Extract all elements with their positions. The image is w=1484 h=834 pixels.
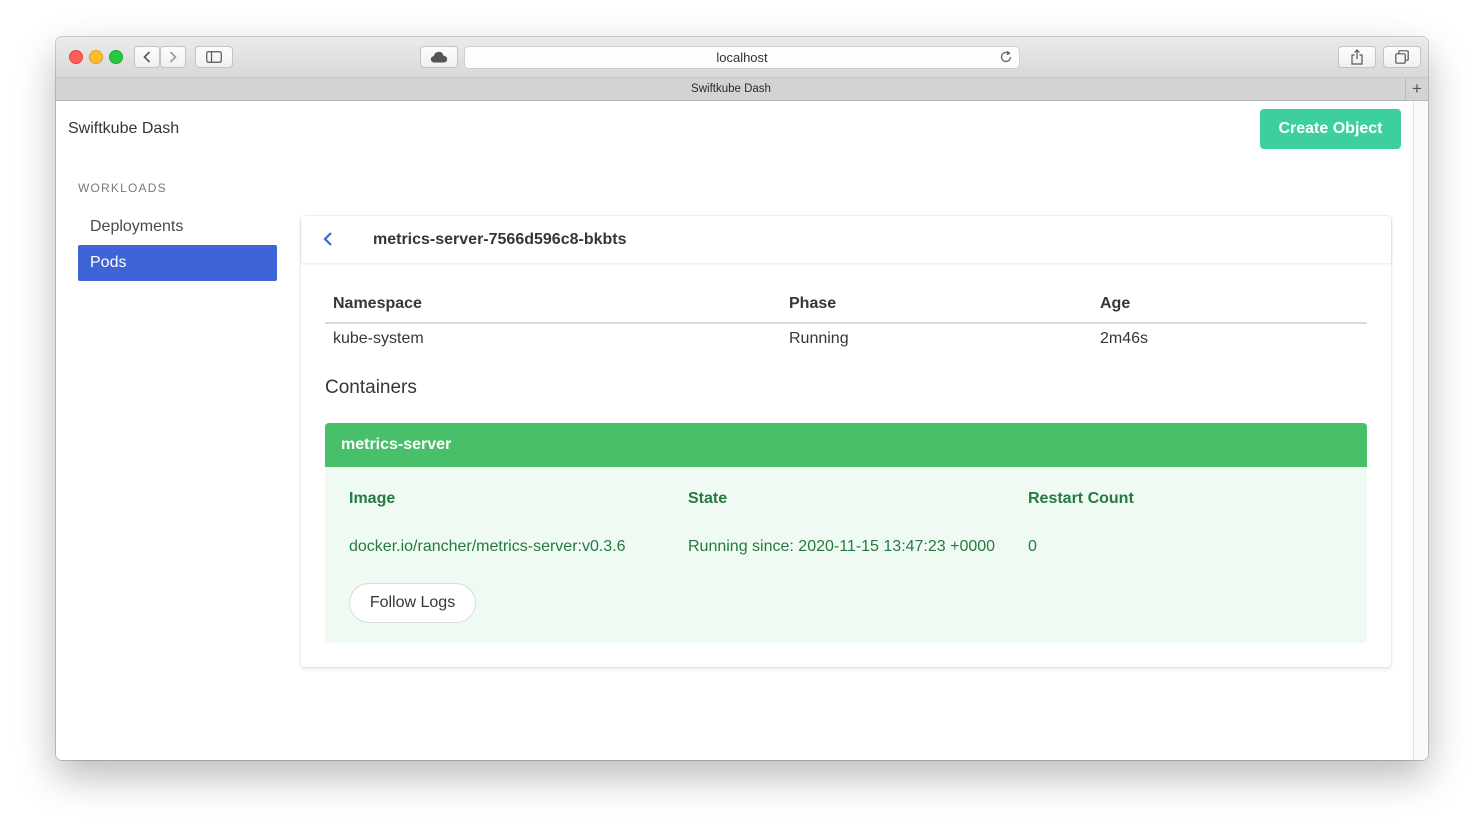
cloud-icon — [430, 51, 448, 63]
pod-meta-table: Namespace Phase Age kube-system Running … — [325, 291, 1367, 355]
phase-value: Running — [789, 330, 849, 347]
sidebar-item-pods[interactable]: Pods — [78, 245, 277, 281]
forward-button[interactable] — [160, 46, 186, 68]
containers-heading: Containers — [325, 377, 417, 398]
image-label: Image — [349, 490, 396, 507]
page-content: Swiftkube Dash Create Object WORKLOADS D… — [56, 101, 1428, 760]
table-header-row: Namespace Phase Age — [325, 291, 1367, 324]
reload-icon[interactable] — [999, 50, 1013, 64]
restart-count-value: 0 — [1028, 538, 1037, 555]
browser-toolbar: localhost — [56, 37, 1428, 78]
sidebar-icon — [206, 51, 222, 63]
back-button[interactable] — [134, 46, 160, 68]
restart-count-label: Restart Count — [1028, 490, 1134, 507]
image-value: docker.io/rancher/metrics-server:v0.3.6 — [349, 538, 626, 555]
icloud-tabs-button[interactable] — [420, 46, 458, 68]
state-label: State — [688, 490, 728, 507]
container-panel: metrics-server Image State Restart Count… — [325, 423, 1367, 643]
sidebar-item-deployments[interactable]: Deployments — [78, 209, 277, 245]
brand-title[interactable]: Swiftkube Dash — [68, 120, 179, 138]
browser-window: localhost Swiftkube Dash + Swiftkube Das… — [56, 37, 1428, 760]
url-text: localhost — [716, 50, 768, 65]
follow-logs-button[interactable]: Follow Logs — [349, 583, 476, 623]
create-object-button[interactable]: Create Object — [1260, 109, 1401, 149]
sidebar-toggle-button[interactable] — [195, 46, 233, 68]
tab-bar: Swiftkube Dash + — [56, 78, 1428, 101]
column-header-phase: Phase — [789, 295, 837, 312]
zoom-window-button[interactable] — [109, 50, 123, 64]
share-icon — [1351, 49, 1363, 65]
chevron-left-icon — [143, 51, 151, 63]
container-name: metrics-server — [325, 423, 1367, 467]
tabs-icon — [1395, 50, 1409, 64]
address-bar[interactable]: localhost — [464, 46, 1020, 69]
tab-overview-button[interactable] — [1383, 46, 1421, 68]
age-value: 2m46s — [1100, 330, 1149, 347]
chevron-right-icon — [169, 51, 177, 63]
pod-detail-card: metrics-server-7566d596c8-bkbts Namespac… — [301, 216, 1391, 667]
column-header-age: Age — [1100, 295, 1131, 312]
minimize-window-button[interactable] — [89, 50, 103, 64]
table-row: kube-system Running 2m46s — [325, 324, 1367, 355]
close-window-button[interactable] — [69, 50, 83, 64]
card-header: metrics-server-7566d596c8-bkbts — [301, 216, 1391, 263]
scrollbar[interactable] — [1413, 101, 1428, 760]
share-button[interactable] — [1338, 46, 1376, 68]
pod-name-title: metrics-server-7566d596c8-bkbts — [373, 231, 627, 248]
state-value: Running since: 2020-11-15 13:47:23 +0000 — [688, 538, 996, 555]
tab-swiftkube-dash[interactable]: Swiftkube Dash — [56, 78, 1406, 100]
back-arrow-icon[interactable] — [323, 231, 333, 247]
column-header-namespace: Namespace — [333, 295, 422, 312]
namespace-value: kube-system — [333, 330, 424, 347]
menu-section-label: WORKLOADS — [78, 181, 167, 195]
new-tab-button[interactable]: + — [1405, 78, 1428, 100]
